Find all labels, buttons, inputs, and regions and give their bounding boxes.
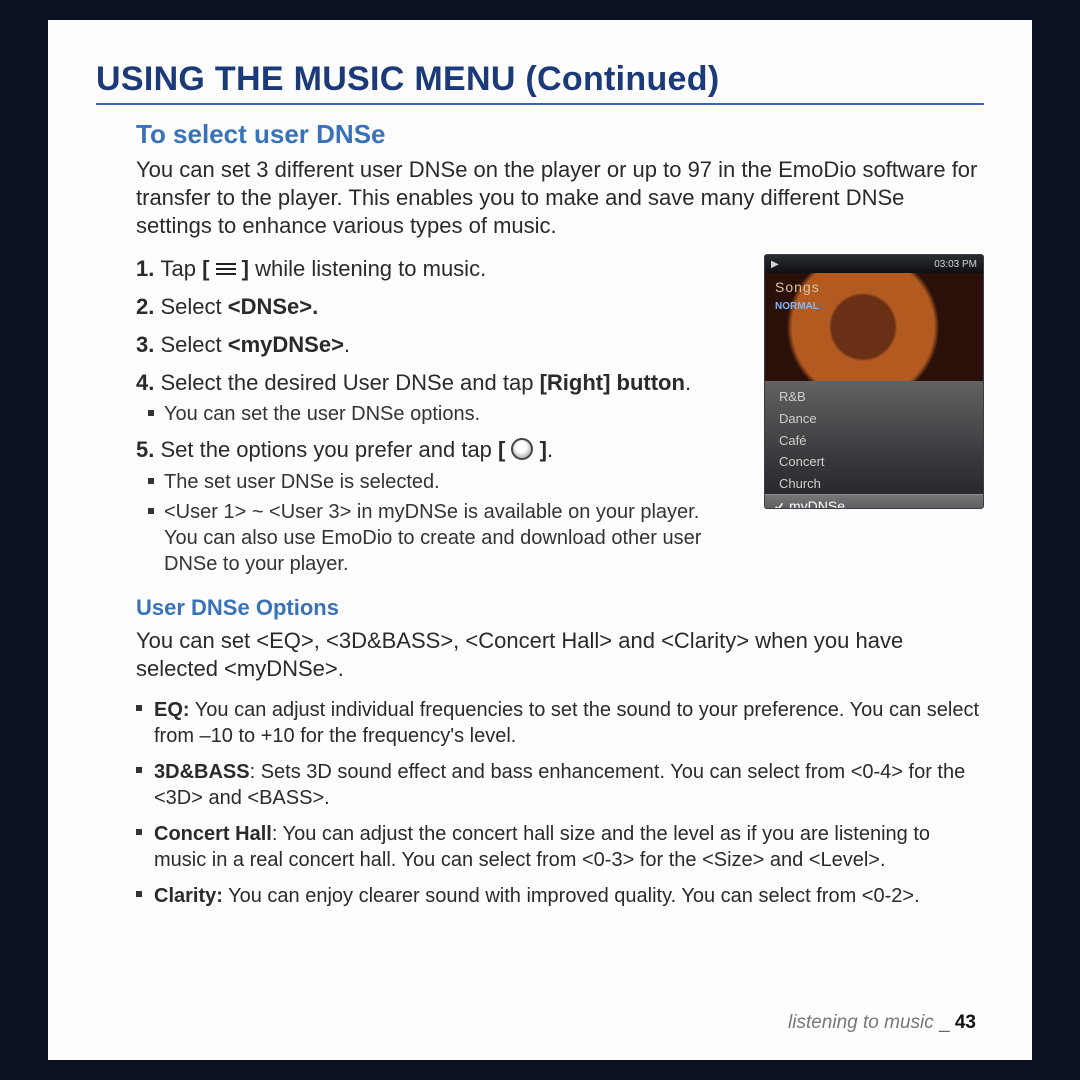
- device-dnse-list: R&B Dance Café Concert Church myDNSe: [765, 381, 983, 509]
- device-list-item: Church: [765, 473, 983, 495]
- option-3dbass: 3D&BASS: Sets 3D sound effect and bass e…: [136, 759, 984, 811]
- device-list-item: Concert: [765, 451, 983, 473]
- device-list-item: Café: [765, 430, 983, 452]
- option-concert-hall: Concert Hall: You can adjust the concert…: [136, 821, 984, 873]
- step-5: 5. Set the options you prefer and tap [ …: [136, 435, 726, 577]
- device-tab-label: Songs: [775, 279, 820, 295]
- device-time: 03:03 PM: [934, 259, 977, 270]
- device-mode-badge: NORMAL: [775, 301, 819, 312]
- ok-button-icon: [511, 438, 533, 460]
- step-4: 4. Select the desired User DNSe and tap …: [136, 368, 726, 428]
- device-status-bar: ▶ 03:03 PM: [765, 255, 983, 273]
- step-3: 3. Select <myDNSe>.: [136, 330, 726, 360]
- step-4-note: You can set the user DNSe options.: [136, 401, 726, 427]
- step-2: 2. Select <DNSe>.: [136, 292, 726, 322]
- options-list: EQ: You can adjust individual frequencie…: [136, 697, 984, 909]
- page-footer: listening to music _ 43: [788, 1012, 976, 1034]
- title-rule: [96, 103, 984, 105]
- options-intro: You can set <EQ>, <3D&BASS>, <Concert Ha…: [136, 627, 984, 683]
- step-1: 1. Tap [ ] while listening to music.: [136, 254, 726, 284]
- step-5-note-2: <User 1> ~ <User 3> in myDNSe is availab…: [136, 499, 726, 577]
- step-5-note-1: The set user DNSe is selected.: [136, 469, 726, 495]
- option-clarity: Clarity: You can enjoy clearer sound wit…: [136, 883, 984, 909]
- section-intro: You can set 3 different user DNSe on the…: [136, 156, 984, 240]
- option-eq: EQ: You can adjust individual frequencie…: [136, 697, 984, 749]
- footer-section: listening to music: [788, 1012, 934, 1033]
- device-screenshot: ▶ 03:03 PM Songs NORMAL R&B Dance Café C…: [764, 254, 984, 509]
- page-title: USING THE MUSIC MENU (Continued): [96, 60, 984, 99]
- device-play-icon: ▶: [771, 259, 779, 270]
- device-list-item: Dance: [765, 408, 983, 430]
- section-heading-select-dnse: To select user DNSe: [136, 119, 984, 150]
- page-number: 43: [955, 1012, 976, 1033]
- manual-page: USING THE MUSIC MENU (Continued) To sele…: [48, 20, 1032, 1060]
- section-heading-options: User DNSe Options: [136, 595, 984, 621]
- steps-block: 1. Tap [ ] while listening to music. 2. …: [136, 254, 984, 576]
- device-album-art: Songs NORMAL: [765, 273, 983, 381]
- hamburger-menu-icon: [216, 260, 236, 278]
- steps-list: 1. Tap [ ] while listening to music. 2. …: [136, 254, 726, 576]
- device-list-item: R&B: [765, 386, 983, 408]
- device-list-item-selected: myDNSe: [765, 494, 983, 509]
